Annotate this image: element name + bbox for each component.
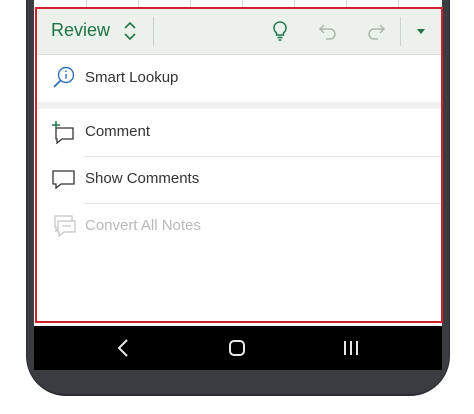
- undo-icon[interactable]: [316, 19, 340, 43]
- lightbulb-icon[interactable]: [268, 19, 292, 43]
- ribbon-separator: [153, 17, 154, 46]
- convert-notes-icon: [54, 215, 76, 238]
- redo-icon[interactable]: [364, 19, 388, 43]
- menu-item-label: Show Comments: [85, 170, 200, 187]
- chevron-up-down-icon: [124, 21, 136, 41]
- menu-item-label: Comment: [85, 123, 151, 140]
- recent-apps-icon[interactable]: [337, 334, 365, 362]
- show-comments-icon: [52, 170, 75, 190]
- menu-divider: [84, 156, 441, 157]
- back-icon[interactable]: [110, 334, 138, 362]
- menu-divider: [84, 203, 441, 204]
- ribbon-tab-label: Review: [51, 20, 111, 40]
- menu-item-convert-all-notes[interactable]: Convert All Notes: [37, 203, 441, 249]
- menu-item-smart-lookup[interactable]: Smart Lookup: [37, 55, 441, 101]
- menu-section-divider: [37, 102, 441, 109]
- new-comment-icon: [52, 121, 74, 145]
- home-icon[interactable]: [223, 334, 251, 362]
- smart-lookup-icon: [53, 66, 75, 88]
- spreadsheet-grid-edge: [34, 0, 442, 9]
- chevron-down-icon[interactable]: [409, 19, 433, 43]
- ribbon-tab-selector[interactable]: Review: [37, 9, 153, 54]
- menu-item-label: Smart Lookup: [85, 69, 179, 86]
- menu-item-comment[interactable]: Comment: [37, 109, 441, 155]
- ribbon-toolbar: Review: [37, 9, 441, 55]
- menu-item-show-comments[interactable]: Show Comments: [37, 156, 441, 202]
- ribbon-separator-right: [400, 17, 401, 46]
- menu-item-label: Convert All Notes: [85, 217, 201, 234]
